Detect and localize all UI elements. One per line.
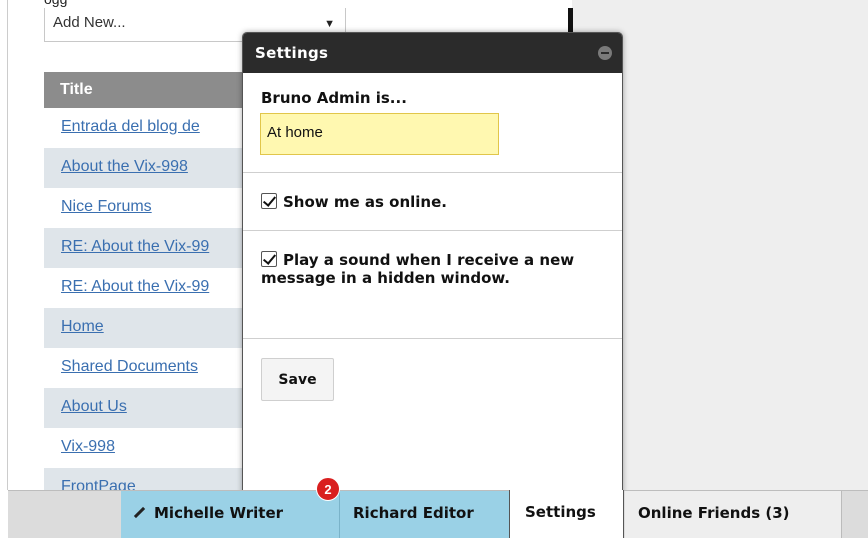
top-caption: ogg	[44, 0, 67, 7]
tab-label: Online Friends (3)	[638, 504, 790, 522]
status-section: Bruno Admin is... At home	[243, 73, 622, 173]
page-link[interactable]: About Us	[61, 398, 127, 415]
page-link[interactable]: Shared Documents	[61, 358, 198, 375]
page-link[interactable]: Nice Forums	[61, 198, 152, 215]
tab-settings[interactable]: Settings	[509, 490, 624, 538]
show-online-checkbox[interactable]	[261, 193, 277, 209]
page-link[interactable]: Vix-998	[61, 438, 115, 455]
page-link[interactable]: RE: About the Vix-99	[61, 238, 209, 255]
page-link[interactable]: Entrada del blog de	[61, 118, 200, 135]
tab-label: Richard Editor	[353, 504, 474, 522]
column-header-title: Title	[44, 72, 254, 108]
tab-richard-editor[interactable]: Richard Editor	[339, 491, 509, 538]
list-item: Vix-998	[44, 428, 254, 468]
status-input[interactable]: At home	[260, 113, 499, 155]
tab-label: Michelle Writer	[154, 504, 284, 522]
list-item: About Us	[44, 388, 254, 428]
notification-badge: 2	[316, 477, 340, 501]
settings-dialog: Settings Bruno Admin is... At home Show …	[242, 32, 623, 500]
list-item: RE: About the Vix-99	[44, 228, 254, 268]
pencil-icon	[133, 506, 146, 519]
sound-section: Play a sound when I receive a new messag…	[243, 231, 622, 339]
play-sound-option[interactable]: Play a sound when I receive a new messag…	[261, 251, 601, 287]
list-item: RE: About the Vix-99	[44, 268, 254, 308]
tab-label: Settings	[525, 503, 596, 521]
splitter-handle[interactable]	[568, 8, 573, 32]
tab-michelle-writer[interactable]: Michelle Writer	[121, 491, 348, 538]
show-online-option[interactable]: Show me as online.	[261, 193, 447, 211]
dialog-title: Settings	[243, 33, 622, 73]
minimize-icon[interactable]	[598, 46, 612, 60]
chat-taskbar: Michelle Writer Richard Editor Settings …	[8, 477, 868, 538]
status-label: Bruno Admin is...	[261, 89, 407, 107]
list-item: Nice Forums	[44, 188, 254, 228]
save-button[interactable]: Save	[261, 358, 334, 401]
list-item: About the Vix-998	[44, 148, 254, 188]
online-section: Show me as online.	[243, 173, 622, 231]
list-item: Home	[44, 308, 254, 348]
show-online-label: Show me as online.	[283, 193, 447, 211]
left-border	[7, 0, 8, 490]
add-new-value: Add New...	[53, 14, 126, 31]
list-item: Shared Documents	[44, 348, 254, 388]
pages-list: Title Entrada del blog de About the Vix-9…	[44, 72, 254, 508]
page-link[interactable]: About the Vix-998	[61, 158, 188, 175]
play-sound-label: Play a sound when I receive a new messag…	[261, 251, 575, 287]
list-item: Entrada del blog de	[44, 108, 254, 148]
play-sound-checkbox[interactable]	[261, 251, 277, 267]
page-link[interactable]: RE: About the Vix-99	[61, 278, 209, 295]
tab-online-friends[interactable]: Online Friends (3)	[625, 491, 842, 538]
page-link[interactable]: Home	[61, 318, 104, 335]
dropdown-arrow-icon: ▼	[324, 18, 335, 30]
